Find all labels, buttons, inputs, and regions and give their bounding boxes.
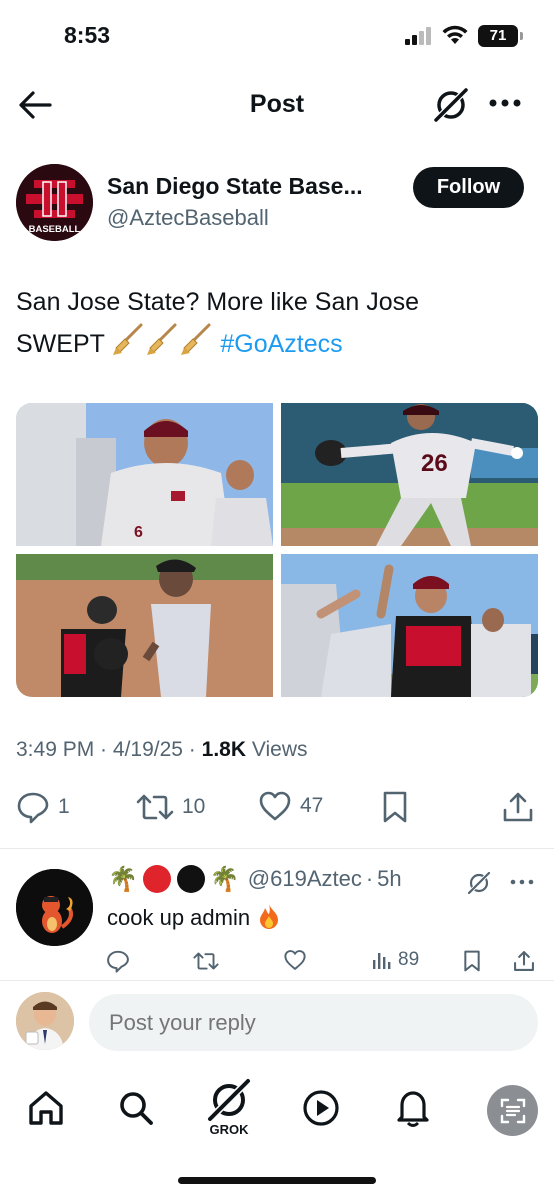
palm-icon: 🌴 xyxy=(209,865,240,893)
media-grid: 6 26 xyxy=(16,403,538,697)
reply-text: cook up admin xyxy=(107,902,282,931)
grok-icon[interactable] xyxy=(432,86,470,124)
top-bar: Post xyxy=(0,76,554,136)
reply-header: 🌴 🌴 @619Aztec · 5h xyxy=(108,865,402,893)
post-meta: 3:49 PM · 4/19/25 · 1.8K Views xyxy=(16,738,308,761)
author-name[interactable]: San Diego State Base... xyxy=(107,173,363,200)
post-date: 4/19/25 xyxy=(112,738,183,761)
reply-input[interactable] xyxy=(89,994,538,1051)
share-icon xyxy=(503,792,533,822)
wifi-icon xyxy=(442,25,468,44)
bookmark-button[interactable] xyxy=(380,790,410,824)
photo-4[interactable] xyxy=(281,554,538,697)
broom-icon xyxy=(113,323,143,355)
views-count: 1.8K xyxy=(201,738,246,761)
signal-icon xyxy=(405,27,431,45)
avatar-text: BASEBALL xyxy=(29,224,81,235)
more-icon[interactable] xyxy=(488,98,522,108)
home-indicator xyxy=(178,1177,376,1184)
search-icon[interactable] xyxy=(116,1088,156,1128)
reply-button[interactable]: 1 xyxy=(16,790,70,824)
reply-avatar[interactable] xyxy=(16,869,93,946)
like-button[interactable]: 47 xyxy=(258,790,323,822)
post-text-line2: SWEPT #GoAztecs xyxy=(16,322,536,364)
my-avatar[interactable] xyxy=(16,992,74,1050)
scan-icon xyxy=(500,1098,525,1123)
reply-views-button[interactable]: 89 xyxy=(372,949,419,971)
black-circle-icon xyxy=(176,865,205,893)
reply-repost-button[interactable] xyxy=(193,949,219,973)
reply-share-button[interactable] xyxy=(513,949,535,973)
more-icon[interactable] xyxy=(510,879,534,885)
bookmark-icon xyxy=(383,791,407,823)
hashtag-link[interactable]: #GoAztecs xyxy=(220,330,342,358)
post-author: BASEBALL San Diego State Base... @AztecB… xyxy=(16,164,538,244)
post-actions: 1 10 47 xyxy=(0,790,554,834)
photo-3[interactable] xyxy=(16,554,273,697)
repost-icon xyxy=(136,794,174,820)
page-title: Post xyxy=(249,90,305,118)
reply-age: 5h xyxy=(377,866,402,891)
post-text-line1: San Jose State? More like San Jose xyxy=(16,288,420,316)
post-text-swept: SWEPT xyxy=(16,330,105,358)
author-handle[interactable]: @AztecBaseball xyxy=(107,205,269,231)
reply-item[interactable]: 🌴 🌴 @619Aztec · 5h cook up admin 89 xyxy=(0,852,554,980)
share-button[interactable] xyxy=(502,790,534,824)
sdsu-logo: BASEBALL xyxy=(16,164,93,241)
reply-like-button[interactable] xyxy=(283,949,307,971)
photo-1[interactable]: 6 xyxy=(16,403,273,546)
bottom-tab-bar: GROK xyxy=(0,1070,554,1160)
divider xyxy=(0,848,554,849)
repost-count: 10 xyxy=(182,795,206,818)
like-count: 47 xyxy=(300,794,324,817)
red-circle-icon xyxy=(142,865,171,893)
reply-views-count: 89 xyxy=(398,949,420,970)
author-avatar[interactable]: BASEBALL xyxy=(16,164,93,241)
scan-button[interactable] xyxy=(487,1085,538,1136)
divider xyxy=(0,980,554,981)
battery-indicator: 71 xyxy=(478,25,523,47)
palm-icon: 🌴 xyxy=(108,865,138,893)
follow-button[interactable]: Follow xyxy=(413,167,524,208)
broom-icon xyxy=(181,323,211,355)
share-icon xyxy=(514,951,534,971)
fire-icon xyxy=(260,904,279,929)
reply-composer xyxy=(0,985,554,1065)
like-icon xyxy=(259,791,291,821)
reply-handle[interactable]: @619Aztec xyxy=(248,866,362,892)
bookmark-icon xyxy=(464,950,480,972)
bell-icon[interactable] xyxy=(393,1087,433,1129)
photo-2[interactable]: 26 xyxy=(281,403,538,546)
views-icon xyxy=(373,953,391,969)
jersey-number-1: 6 xyxy=(134,524,143,541)
grok-icon[interactable] xyxy=(466,870,492,896)
reply-bookmark-button[interactable] xyxy=(462,949,482,973)
home-icon[interactable] xyxy=(26,1088,66,1128)
grok-tab-label: GROK xyxy=(209,1122,249,1137)
reply-icon xyxy=(107,950,129,973)
repost-button[interactable]: 10 xyxy=(136,790,205,824)
status-bar: 8:53 71 xyxy=(0,0,554,70)
grok-tab-icon[interactable] xyxy=(205,1076,253,1124)
views-label: Views xyxy=(251,738,308,761)
post-text: San Jose State? More like San Jose SWEPT… xyxy=(16,283,536,364)
reply-count: 1 xyxy=(58,795,70,818)
reply-actions: 89 xyxy=(0,949,554,979)
play-icon[interactable] xyxy=(301,1088,341,1128)
reply-text-body: cook up admin xyxy=(107,905,251,930)
broom-icon xyxy=(147,323,177,355)
status-time: 8:53 xyxy=(64,22,111,48)
reply-reply-button[interactable] xyxy=(106,949,130,973)
repost-icon xyxy=(193,952,219,970)
jersey-number-2: 26 xyxy=(421,450,448,477)
reply-icon xyxy=(17,792,49,824)
post-time: 3:49 PM xyxy=(16,738,95,761)
like-icon xyxy=(284,950,306,970)
